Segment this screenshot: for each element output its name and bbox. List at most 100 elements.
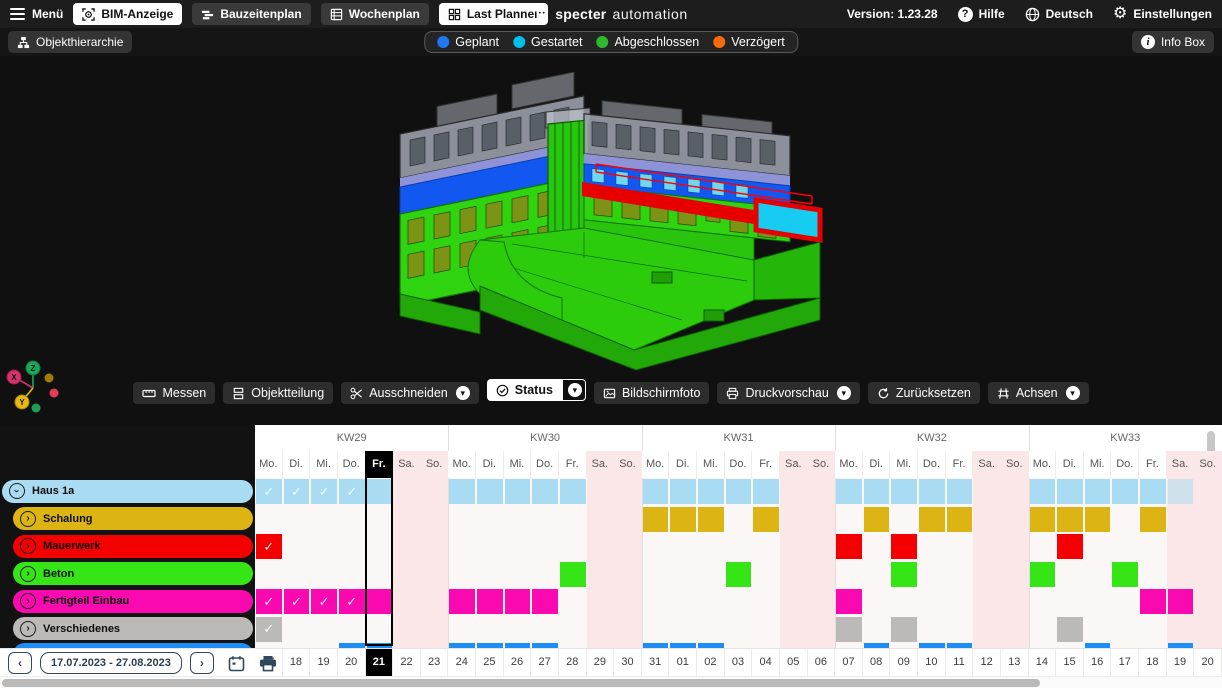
object-hierarchy-button[interactable]: Objekthierarchie — [8, 31, 132, 53]
gantt-cell[interactable] — [505, 479, 531, 504]
axis-neg-z-dot[interactable] — [32, 404, 41, 413]
gantt-cell[interactable] — [1057, 534, 1083, 559]
day-number[interactable]: 24 — [448, 649, 476, 676]
prev-period-button[interactable]: ‹ — [8, 652, 32, 674]
day-number[interactable]: 14 — [1029, 649, 1057, 676]
tab-bim-anzeige[interactable]: BIM-Anzeige — [73, 3, 182, 25]
tab-last-planner[interactable]: Last Planner — [439, 3, 548, 25]
gantt-cell[interactable] — [643, 507, 669, 532]
language-button[interactable]: Deutsch — [1025, 7, 1093, 22]
messen-button[interactable]: Messen — [133, 382, 215, 404]
day-number[interactable]: 10 — [918, 649, 946, 676]
status-dropdown[interactable]: ▾ — [562, 379, 586, 401]
day-number[interactable]: 23 — [421, 649, 449, 676]
info-box-button[interactable]: i Info Box — [1132, 31, 1214, 53]
day-number[interactable]: 13 — [1001, 649, 1029, 676]
gantt-cell[interactable] — [532, 479, 558, 504]
gantt-cell[interactable] — [1030, 479, 1056, 504]
gantt-cell[interactable] — [532, 589, 558, 614]
day-number[interactable]: 25 — [476, 649, 504, 676]
gantt-cell[interactable] — [1112, 479, 1138, 504]
gantt-cell[interactable] — [1140, 479, 1166, 504]
ausschneiden-button[interactable]: Ausschneiden ▾ — [341, 382, 479, 404]
gantt-cell[interactable]: ✓ — [256, 534, 282, 559]
menu-button[interactable]: Menü — [10, 7, 63, 21]
day-number[interactable]: 30 — [614, 649, 642, 676]
gantt-cell[interactable] — [505, 589, 531, 614]
gantt-cell[interactable] — [864, 507, 890, 532]
settings-button[interactable]: ⚙ Einstellungen — [1113, 6, 1212, 22]
gantt-cell[interactable] — [947, 507, 973, 532]
gantt-cell[interactable] — [670, 479, 696, 504]
gantt-cell[interactable] — [864, 479, 890, 504]
ausschneiden-dropdown[interactable]: ▾ — [456, 386, 470, 400]
gantt-cell[interactable]: ✓ — [284, 479, 310, 504]
day-number[interactable]: 20 — [1194, 649, 1222, 676]
gantt-cell[interactable] — [919, 479, 945, 504]
gantt-cell[interactable] — [1112, 562, 1138, 587]
gantt-cell[interactable]: ✓ — [339, 479, 365, 504]
gantt-cell[interactable] — [477, 589, 503, 614]
gantt-row-pill[interactable]: ›Fertigteil Einbau — [13, 590, 253, 613]
date-range-field[interactable]: 17.07.2023 - 27.08.2023 — [40, 652, 182, 674]
help-button[interactable]: ? Hilfe — [958, 7, 1005, 22]
day-number[interactable]: 11 — [946, 649, 974, 676]
gantt-cell[interactable] — [891, 479, 917, 504]
day-number[interactable]: 18 — [283, 649, 311, 676]
day-number[interactable]: 20 — [338, 649, 366, 676]
print-button[interactable] — [259, 655, 277, 672]
day-number[interactable]: 03 — [725, 649, 753, 676]
day-number[interactable]: 01 — [669, 649, 697, 676]
gantt-cell[interactable] — [1140, 507, 1166, 532]
horizontal-scrollbar[interactable] — [0, 676, 1222, 688]
gantt-row-pill[interactable]: ›Schalung — [13, 507, 253, 530]
gantt-cell[interactable] — [1168, 589, 1194, 614]
gantt-row-pill[interactable]: ›Haus 1a — [2, 480, 253, 503]
expand-chevron-icon[interactable]: › — [20, 511, 36, 527]
day-number[interactable]: 06 — [808, 649, 836, 676]
gantt-cell[interactable] — [477, 479, 503, 504]
gantt-cell[interactable] — [891, 534, 917, 559]
gantt-cell[interactable] — [1168, 479, 1194, 504]
gantt-cell[interactable] — [726, 479, 752, 504]
day-number[interactable]: 02 — [697, 649, 725, 676]
gantt-cell[interactable] — [947, 479, 973, 504]
gantt-cell[interactable] — [753, 479, 779, 504]
expand-chevron-icon[interactable]: › — [20, 593, 36, 609]
day-number[interactable]: 17 — [1111, 649, 1139, 676]
gantt-cell[interactable] — [1030, 562, 1056, 587]
gantt-cell[interactable] — [919, 507, 945, 532]
gantt-cell[interactable] — [449, 479, 475, 504]
collapse-chevron-icon[interactable]: › — [9, 483, 25, 499]
tab-bauzeitenplan[interactable]: Bauzeitenplan — [192, 3, 310, 25]
gantt-cell[interactable] — [836, 589, 862, 614]
gantt-cell[interactable] — [726, 562, 752, 587]
day-number[interactable]: 09 — [890, 649, 918, 676]
gantt-cell[interactable] — [449, 589, 475, 614]
gantt-cell[interactable] — [1085, 479, 1111, 504]
day-number[interactable]: 21 — [366, 649, 394, 676]
tab-wochenplan[interactable]: Wochenplan — [321, 3, 429, 25]
gantt-cell[interactable] — [891, 562, 917, 587]
expand-chevron-icon[interactable]: › — [20, 566, 36, 582]
gantt-cell[interactable]: ✓ — [311, 479, 337, 504]
day-number[interactable]: 07 — [835, 649, 863, 676]
gantt-cell[interactable] — [836, 479, 862, 504]
gantt-cell[interactable] — [698, 479, 724, 504]
day-number[interactable]: 29 — [587, 649, 615, 676]
horizontal-scrollbar-thumb[interactable] — [2, 679, 1040, 687]
gantt-cell[interactable] — [753, 507, 779, 532]
day-number[interactable]: 15 — [1056, 649, 1084, 676]
next-period-button[interactable]: › — [190, 652, 214, 674]
3d-viewport[interactable]: Z X Y Messen Objektteilung Ausschn — [0, 56, 1222, 425]
gantt-cell[interactable]: ✓ — [256, 589, 282, 614]
gantt-cell[interactable]: ✓ — [339, 589, 365, 614]
day-number[interactable]: 22 — [393, 649, 421, 676]
expand-chevron-icon[interactable]: › — [20, 538, 36, 554]
gantt-cell[interactable] — [1085, 507, 1111, 532]
gantt-cell[interactable]: ✓ — [256, 479, 282, 504]
achsen-button[interactable]: Achsen ▾ — [988, 382, 1089, 404]
day-number[interactable]: 05 — [780, 649, 808, 676]
gantt-cell[interactable] — [698, 507, 724, 532]
achsen-dropdown[interactable]: ▾ — [1066, 386, 1080, 400]
